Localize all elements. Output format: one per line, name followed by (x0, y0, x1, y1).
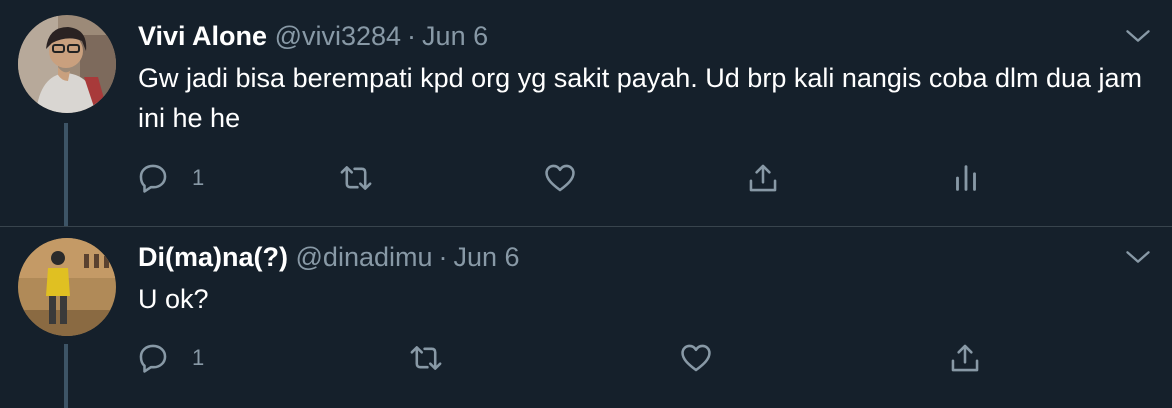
avatar[interactable] (18, 15, 116, 113)
share-icon (951, 344, 979, 372)
share-icon (749, 164, 777, 192)
analytics-icon (956, 165, 976, 191)
avatar[interactable] (18, 238, 116, 336)
like-icon (681, 344, 711, 372)
like-button[interactable] (679, 338, 713, 378)
tweet-date[interactable]: Jun 6 (422, 21, 488, 51)
username[interactable]: @vivi3284 (275, 21, 401, 51)
retweet-icon (410, 346, 442, 370)
reply-count: 1 (192, 165, 205, 190)
reply-count: 1 (192, 345, 205, 370)
reply-icon (139, 164, 167, 193)
tweet[interactable]: Di(ma)na(?) @dinadimu · Jun 6 U ok? 1 (0, 227, 1172, 408)
retweet-button[interactable] (339, 158, 373, 198)
username[interactable]: @dinadimu (296, 242, 433, 272)
tweet-date[interactable]: Jun 6 (454, 242, 520, 272)
tweet[interactable]: Vivi Alone @vivi3284 · Jun 6 Gw jadi bisa … (0, 0, 1172, 227)
separator-dot: · (407, 21, 417, 51)
reply-icon (139, 344, 167, 373)
analytics-button[interactable] (949, 158, 983, 198)
chevron-down-icon[interactable] (1124, 22, 1152, 50)
display-name[interactable]: Vivi Alone (138, 21, 267, 51)
share-button[interactable] (746, 158, 780, 198)
display-name[interactable]: Di(ma)na(?) (138, 242, 288, 272)
retweet-icon (340, 166, 372, 190)
tweet-header: Vivi Alone @vivi3284 · Jun 6 (138, 19, 488, 53)
chevron-down-icon[interactable] (1124, 243, 1152, 271)
retweet-button[interactable] (409, 338, 443, 378)
reply-button[interactable]: 1 (136, 338, 204, 378)
reply-button[interactable]: 1 (136, 158, 204, 198)
like-button[interactable] (543, 158, 577, 198)
separator-dot: · (438, 242, 448, 272)
like-icon (545, 164, 575, 192)
tweet-text: U ok? (138, 284, 209, 314)
tweet-text: Gw jadi bisa berempati kpd org yg sakit … (138, 63, 1143, 133)
tweet-actions: 1 (0, 338, 1172, 378)
share-button[interactable] (948, 338, 982, 378)
tweet-actions: 1 (0, 158, 1172, 198)
tweet-header: Di(ma)na(?) @dinadimu · Jun 6 (138, 240, 520, 274)
